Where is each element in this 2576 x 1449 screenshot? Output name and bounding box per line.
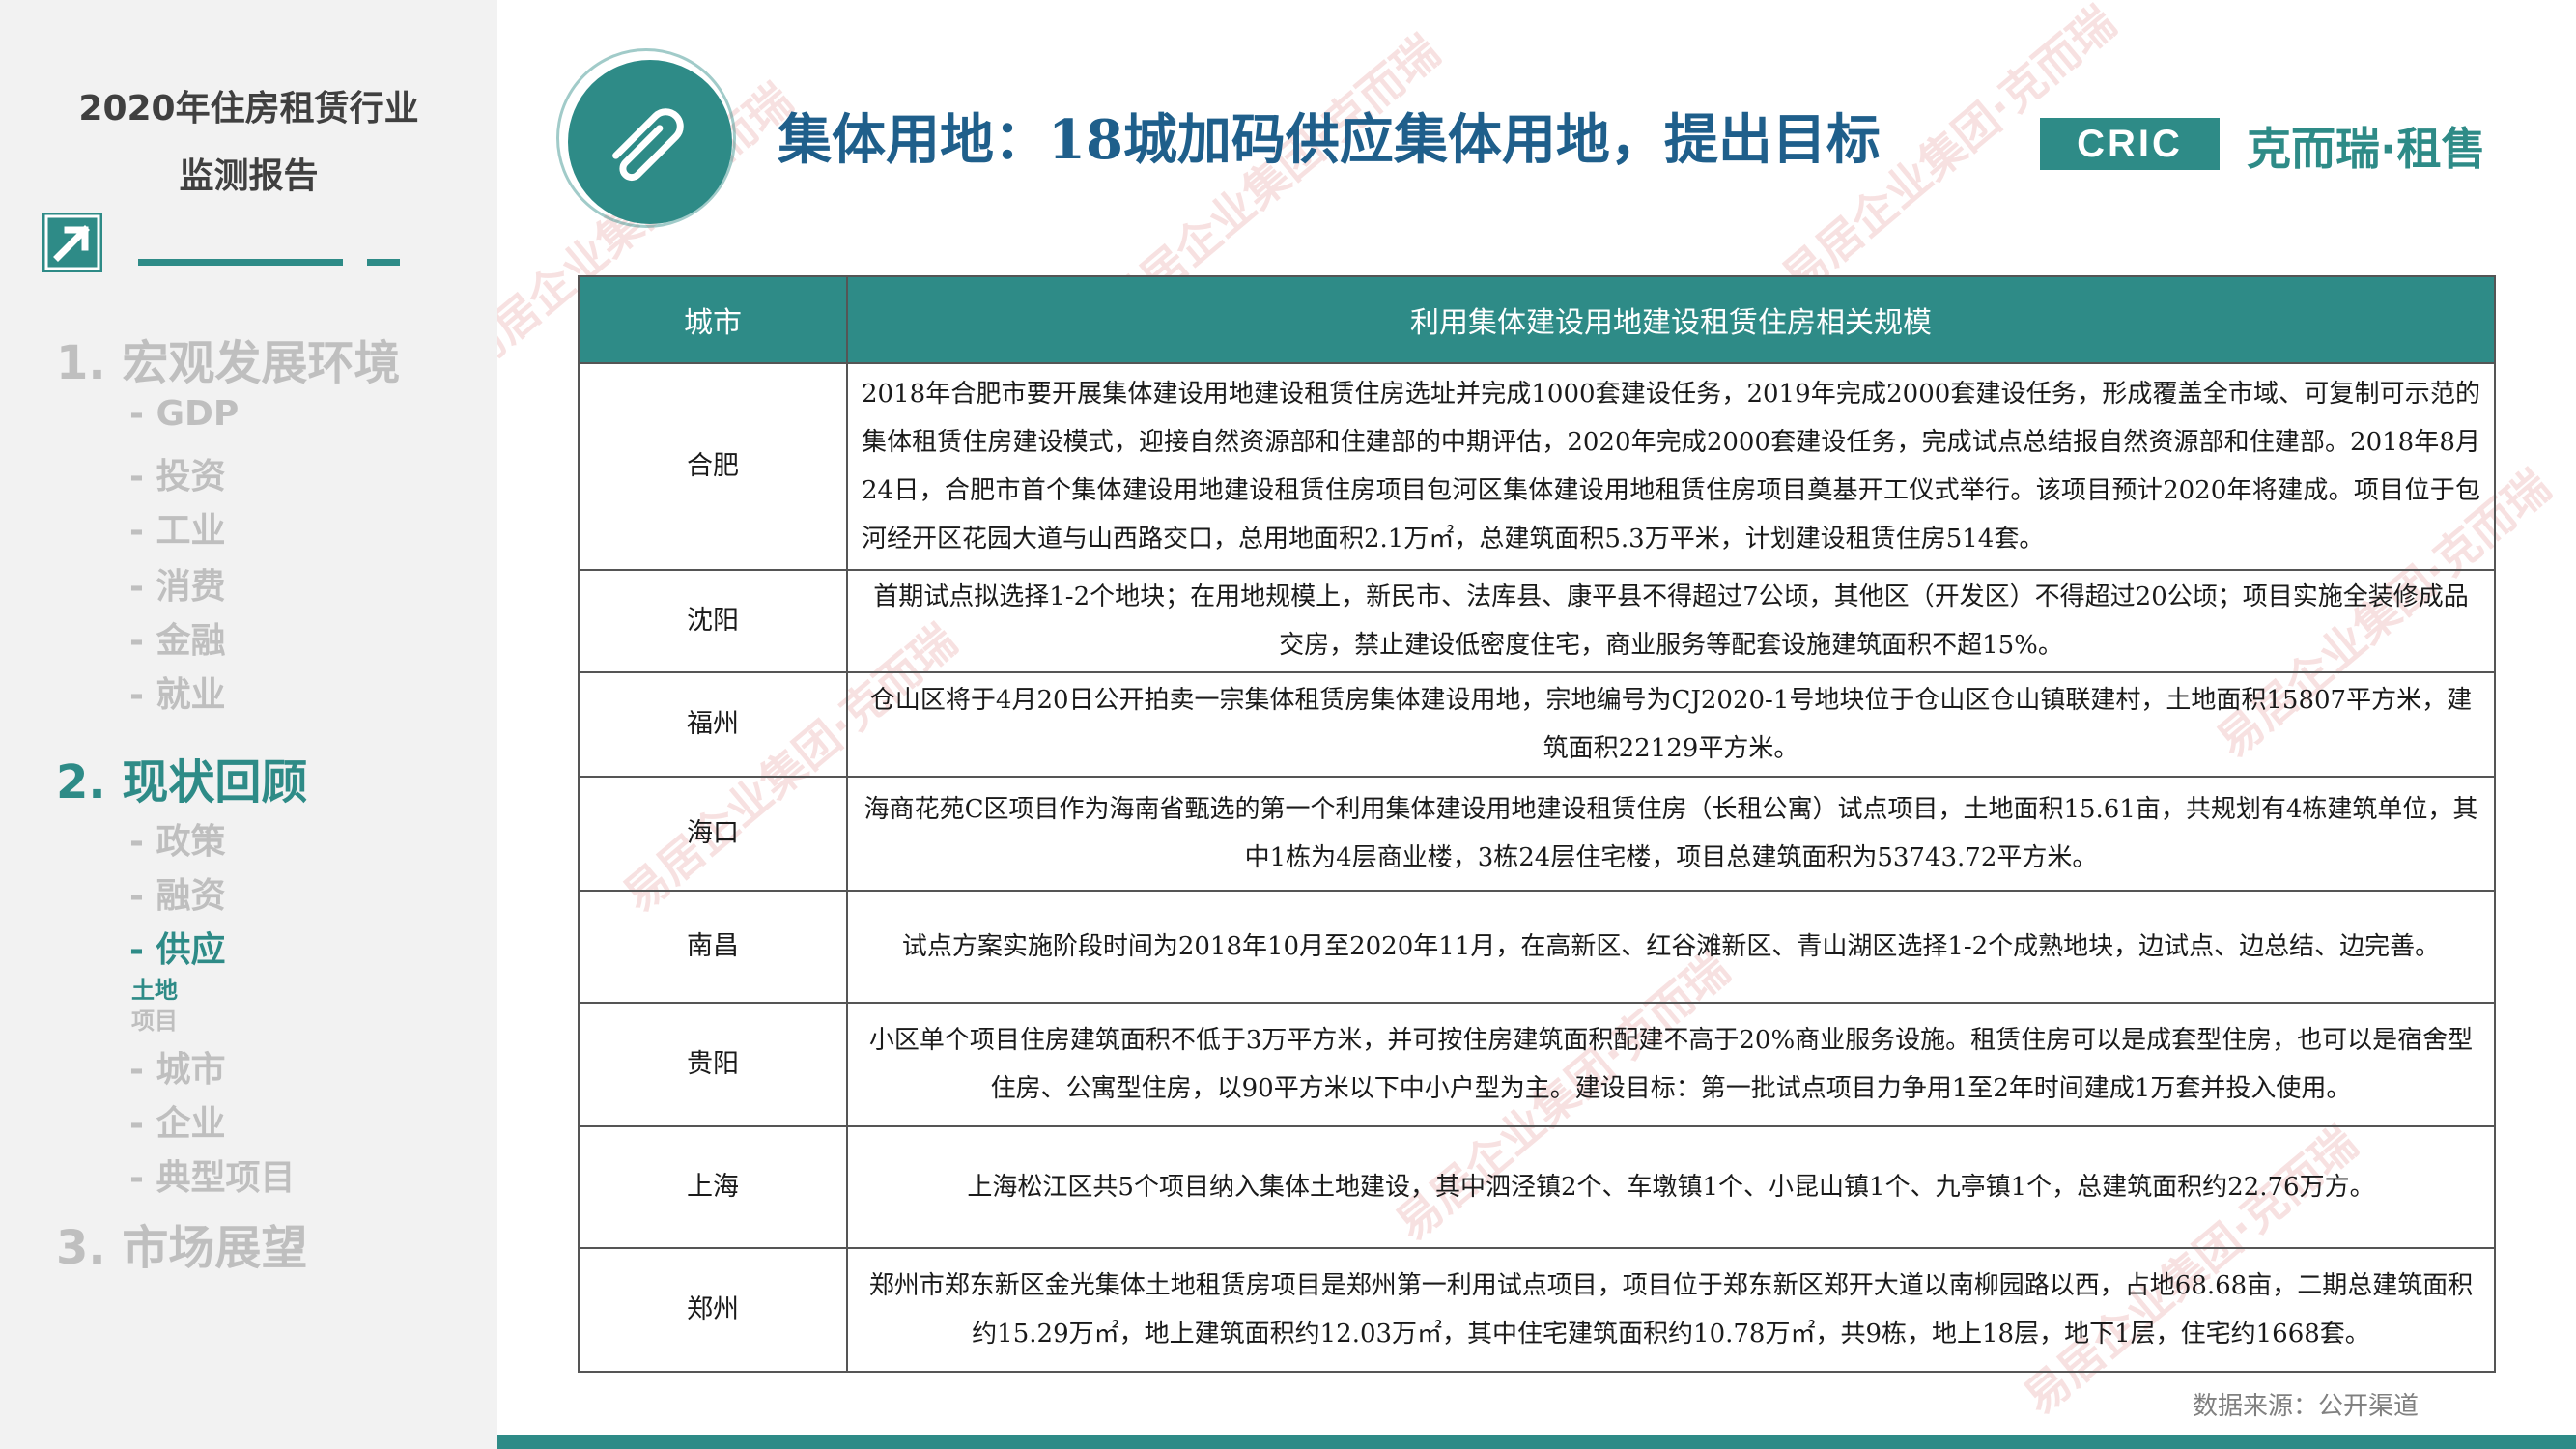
city-cell: 郑州 bbox=[578, 1247, 848, 1373]
nav-item-city[interactable]: - 城市 bbox=[129, 1041, 225, 1092]
table-row: 福州 仓山区将于4月20日公开拍卖一宗集体租赁房集体建设用地，宗地编号为CJ20… bbox=[578, 671, 2496, 778]
nav-subitem-project[interactable]: 项目 bbox=[131, 1002, 178, 1036]
report-title-line2: 监测报告 bbox=[179, 156, 319, 196]
nav-item-consumption[interactable]: - 消费 bbox=[129, 558, 225, 609]
footer-bar bbox=[497, 1435, 2576, 1449]
city-cell: 上海 bbox=[578, 1125, 848, 1249]
detail-cell: 小区单个项目住房建筑面积不低于3万平方米，并可按住房建筑面积配建不高于20%商业… bbox=[846, 1002, 2496, 1127]
city-cell: 南昌 bbox=[578, 890, 848, 1004]
detail-cell: 郑州市郑东新区金光集体土地租赁房项目是郑州第一利用试点项目，项目位于郑东新区郑开… bbox=[846, 1247, 2496, 1373]
city-cell: 贵阳 bbox=[578, 1002, 848, 1127]
nav-item-supply[interactable]: - 供应 bbox=[129, 922, 225, 972]
column-header-city: 城市 bbox=[578, 275, 848, 364]
table-row: 海口 海商花苑C区项目作为海南省甄选的第一个利用集体建设用地建设租赁住房（长租公… bbox=[578, 776, 2496, 892]
column-header-scale: 利用集体建设用地建设租赁住房相关规模 bbox=[846, 275, 2496, 364]
report-title-line1: 2020年住房租赁行业 bbox=[78, 89, 419, 128]
detail-cell: 海商花苑C区项目作为海南省甄选的第一个利用集体建设用地建设租赁住房（长租公寓）试… bbox=[846, 776, 2496, 892]
city-cell: 海口 bbox=[578, 776, 848, 892]
nav-item-industry[interactable]: - 工业 bbox=[129, 502, 225, 553]
table-header-row: 城市 利用集体建设用地建设租赁住房相关规模 bbox=[578, 275, 2496, 364]
page-title: 集体用地：18城加码供应集体用地，提出目标 bbox=[778, 108, 1881, 172]
header-badge-ring bbox=[556, 48, 736, 228]
table-row: 沈阳 首期试点拟选择1-2个地块；在用地规模上，新民市、法库县、康平县不得超过7… bbox=[578, 569, 2496, 673]
city-cell: 沈阳 bbox=[578, 569, 848, 673]
table-row: 合肥 2018年合肥市要开展集体建设用地建设租赁住房选址并完成1000套建设任务… bbox=[578, 362, 2496, 571]
nav-subitem-land[interactable]: 土地 bbox=[131, 971, 178, 1005]
detail-cell: 2018年合肥市要开展集体建设用地建设租赁住房选址并完成1000套建设任务，20… bbox=[846, 362, 2496, 571]
nav-item-gdp[interactable]: - GDP bbox=[129, 394, 239, 434]
nav-item-typical-project[interactable]: - 典型项目 bbox=[129, 1150, 295, 1200]
policy-table: 城市 利用集体建设用地建设租赁住房相关规模 合肥 2018年合肥市要开展集体建设… bbox=[578, 275, 2496, 1373]
brand-logo: 克而瑞·租售 bbox=[2247, 123, 2486, 175]
title-underline-short bbox=[367, 259, 400, 266]
nav-item-financing[interactable]: - 融资 bbox=[129, 867, 225, 918]
table-row: 南昌 试点方案实施阶段时间为2018年10月至2020年11月，在高新区、红谷滩… bbox=[578, 890, 2496, 1004]
nav-section-outlook[interactable]: 3. 市场展望 bbox=[56, 1209, 307, 1277]
table-row: 郑州 郑州市郑东新区金光集体土地租赁房项目是郑州第一利用试点项目，项目位于郑东新… bbox=[578, 1247, 2496, 1373]
arrow-icon bbox=[42, 213, 102, 272]
nav-item-policy[interactable]: - 政策 bbox=[129, 813, 225, 864]
nav-item-employment[interactable]: - 就业 bbox=[129, 667, 225, 717]
sidebar: 2020年住房租赁行业 监测报告 1. 宏观发展环境 - GDP - 投资 - … bbox=[0, 0, 497, 1449]
table-row: 贵阳 小区单个项目住房建筑面积不低于3万平方米，并可按住房建筑面积配建不高于20… bbox=[578, 1002, 2496, 1127]
nav-item-enterprise[interactable]: - 企业 bbox=[129, 1095, 225, 1146]
table-row: 上海 上海松江区共5个项目纳入集体土地建设，其中泗泾镇2个、车墩镇1个、小昆山镇… bbox=[578, 1125, 2496, 1249]
city-cell: 合肥 bbox=[578, 362, 848, 571]
nav-section-review[interactable]: 2. 现状回顾 bbox=[56, 744, 307, 811]
data-source: 数据来源：公开渠道 bbox=[2193, 1392, 2420, 1421]
detail-cell: 首期试点拟选择1-2个地块；在用地规模上，新民市、法库县、康平县不得超过7公顷，… bbox=[846, 569, 2496, 673]
title-underline bbox=[138, 259, 343, 266]
detail-cell: 上海松江区共5个项目纳入集体土地建设，其中泗泾镇2个、车墩镇1个、小昆山镇1个、… bbox=[846, 1125, 2496, 1249]
city-cell: 福州 bbox=[578, 671, 848, 778]
header-badge bbox=[556, 48, 736, 228]
cric-logo: CRIC bbox=[2040, 118, 2220, 170]
nav-section-macro[interactable]: 1. 宏观发展环境 bbox=[56, 325, 400, 392]
nav-item-investment[interactable]: - 投资 bbox=[129, 448, 225, 498]
detail-cell: 仓山区将于4月20日公开拍卖一宗集体租赁房集体建设用地，宗地编号为CJ2020-… bbox=[846, 671, 2496, 778]
nav-item-finance[interactable]: - 金融 bbox=[129, 612, 225, 663]
detail-cell: 试点方案实施阶段时间为2018年10月至2020年11月，在高新区、红谷滩新区、… bbox=[846, 890, 2496, 1004]
report-title: 2020年住房租赁行业 监测报告 bbox=[0, 75, 497, 211]
